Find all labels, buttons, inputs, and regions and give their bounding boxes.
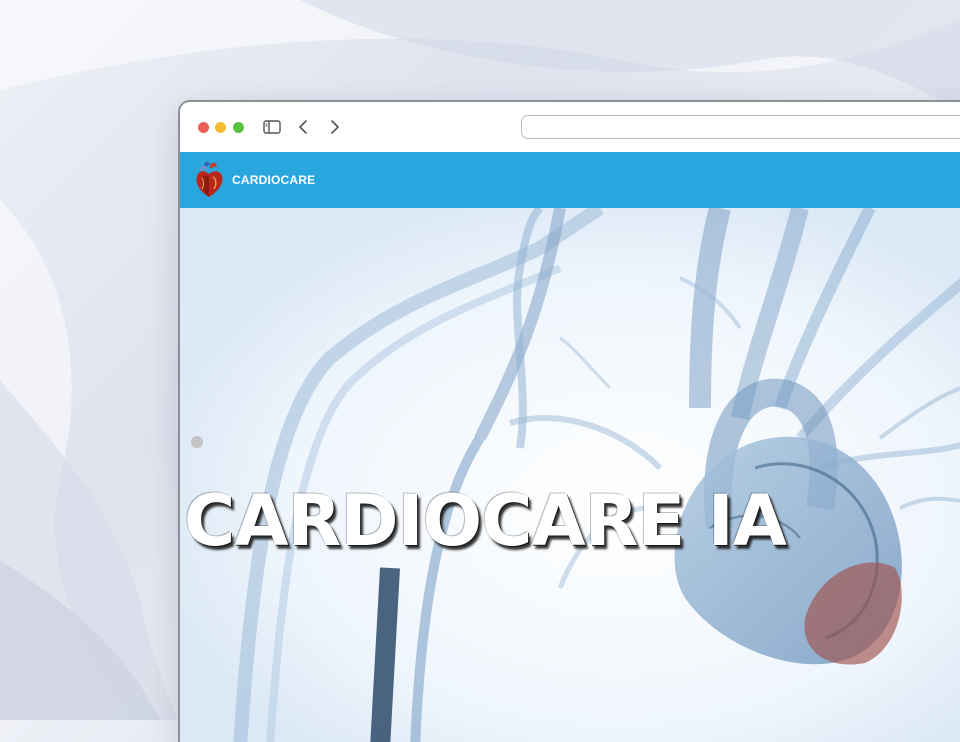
address-bar[interactable]: [521, 115, 960, 139]
browser-toolbar: [180, 102, 960, 153]
browser-window: CARDIOCARE CARDIOCARE IA: [178, 100, 960, 742]
site-navbar: CARDIOCARE: [180, 152, 960, 208]
chevron-right-icon[interactable]: [323, 115, 347, 139]
hero-banner: CARDIOCARE IA: [180, 208, 960, 742]
heart-icon[interactable]: [193, 161, 225, 199]
brand-name[interactable]: CARDIOCARE: [232, 152, 315, 208]
sidebar-icon[interactable]: [260, 115, 284, 139]
maximize-window-button[interactable]: [233, 122, 244, 133]
hero-title: CARDIOCARE IA: [184, 480, 787, 562]
x-ray-heart-illustration: [180, 208, 960, 742]
chevron-left-icon[interactable]: [291, 115, 315, 139]
close-window-button[interactable]: [198, 122, 209, 133]
minimize-window-button[interactable]: [215, 122, 226, 133]
carousel-dot[interactable]: [191, 436, 203, 448]
